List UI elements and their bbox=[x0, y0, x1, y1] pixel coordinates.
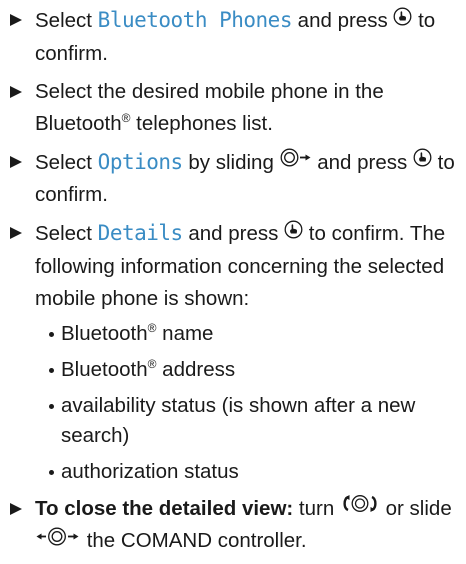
press-controller-icon bbox=[413, 145, 432, 177]
step-text: and press bbox=[311, 150, 413, 174]
step-arrow-icon bbox=[10, 502, 22, 515]
list-item: Bluetooth® name bbox=[49, 319, 462, 349]
menu-item-bluetooth-phones: Bluetooth Phones bbox=[97, 8, 293, 32]
step-text: and press bbox=[291, 9, 394, 32]
step-text: Select bbox=[35, 222, 98, 246]
list-item-text: Bluetooth bbox=[61, 321, 148, 345]
step-text: turn bbox=[293, 496, 340, 520]
press-controller-icon bbox=[393, 4, 412, 36]
list-item-text: Bluetooth bbox=[61, 357, 148, 381]
bullet-icon bbox=[49, 331, 54, 337]
list-item: authorization status bbox=[49, 457, 462, 487]
step-select-details: Select Details and press to confirm. The… bbox=[10, 217, 462, 487]
menu-item-details: Details bbox=[97, 221, 184, 246]
step-text: by sliding bbox=[182, 150, 280, 174]
step-arrow-icon bbox=[10, 14, 22, 26]
step-close-detailed-view: To close the detailed view: turn or slid… bbox=[10, 493, 462, 558]
step-select-mobile-phone: Select the desired mobile phone in the B… bbox=[10, 76, 462, 140]
slide-left-right-controller-icon bbox=[35, 524, 81, 556]
step-select-bluetooth-phones: Select Bluetooth Phones and press to con… bbox=[10, 4, 462, 70]
step-arrow-icon bbox=[10, 85, 22, 98]
step-heading: To close the detailed view: bbox=[35, 496, 294, 520]
press-controller-icon bbox=[284, 217, 303, 249]
step-arrow-icon bbox=[10, 227, 22, 240]
turn-controller-icon bbox=[340, 491, 380, 523]
step-text: Select bbox=[35, 150, 98, 174]
step-text: telephones list. bbox=[130, 111, 273, 135]
step-text: or slide bbox=[379, 496, 452, 520]
list-item-text: authorization status bbox=[61, 459, 239, 483]
instruction-page: Select Bluetooth Phones and press to con… bbox=[10, 4, 462, 564]
step-arrow-icon bbox=[10, 155, 22, 168]
details-list: Bluetooth® name Bluetooth® address avail… bbox=[35, 319, 462, 487]
list-item-text: address bbox=[156, 357, 236, 381]
bullet-icon bbox=[49, 367, 54, 373]
step-text: the COMAND controller. bbox=[81, 529, 307, 553]
menu-item-options: Options bbox=[97, 149, 184, 174]
step-select-options: Select Options by sliding and press to c… bbox=[10, 146, 462, 212]
list-item: Bluetooth® address bbox=[49, 355, 462, 385]
bullet-icon bbox=[49, 403, 54, 409]
bullet-icon bbox=[49, 469, 54, 475]
list-item: availability status (is shown after a ne… bbox=[49, 391, 462, 451]
step-text: and press bbox=[182, 222, 285, 246]
slide-right-controller-icon bbox=[280, 145, 312, 177]
list-item-text: availability status (is shown after a ne… bbox=[61, 393, 416, 447]
list-item-text: name bbox=[156, 321, 214, 345]
step-text: Select bbox=[35, 9, 98, 32]
